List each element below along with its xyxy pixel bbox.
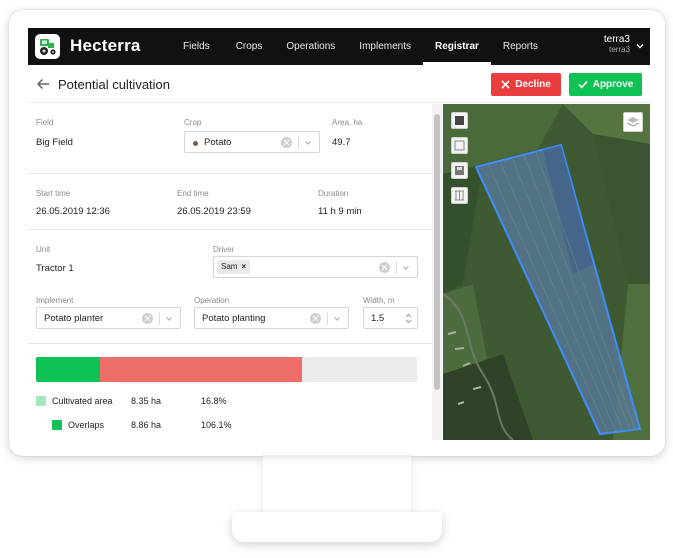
end-time-value: 26.05.2019 23:59: [177, 206, 251, 217]
scrollbar-thumb[interactable]: [434, 114, 440, 390]
approve-label: Approve: [592, 79, 634, 90]
overlaps-pct: 106.1%: [201, 420, 232, 430]
duration-value: 11 h 9 min: [318, 206, 362, 217]
nav-operations[interactable]: Operations: [274, 28, 347, 65]
monitor-neck: [263, 455, 411, 517]
nav-implements[interactable]: Implements: [347, 28, 423, 65]
select-divider: [396, 261, 397, 274]
operation-select[interactable]: Potato planting: [194, 307, 349, 329]
operation-label: Operation: [194, 296, 230, 305]
unit-value: Tractor 1: [36, 263, 74, 274]
close-icon: [501, 80, 510, 89]
chevron-down-icon[interactable]: [305, 140, 311, 146]
implement-select[interactable]: Potato planter: [36, 307, 181, 329]
user-name: terra3: [603, 34, 630, 45]
duration-label: Duration: [318, 189, 349, 198]
area-label: Area, ha: [332, 118, 363, 127]
nav-registrar[interactable]: Registrar: [422, 28, 491, 65]
overlaps-legend-swatch: [52, 420, 62, 430]
satellite-map[interactable]: [443, 104, 650, 440]
width-label: Width, m: [363, 296, 395, 305]
clear-icon[interactable]: [310, 313, 321, 324]
driver-select[interactable]: Sam ×: [213, 256, 418, 278]
satellite-view-icon[interactable]: [451, 112, 468, 129]
overlaps-ha: 8.86 ha: [131, 420, 162, 430]
decline-button[interactable]: Decline: [491, 73, 561, 96]
unit-label: Unit: [36, 245, 51, 254]
divider: [28, 173, 432, 174]
nav-crops[interactable]: Crops: [224, 28, 275, 65]
select-divider: [327, 312, 328, 325]
cultivated-pct: 16.8%: [201, 396, 227, 406]
driver-label: Driver: [213, 245, 235, 254]
driver-tag: Sam ×: [217, 260, 251, 274]
chevron-down-icon[interactable]: [334, 316, 340, 322]
monitor-base: [232, 512, 442, 542]
approve-button[interactable]: Approve: [569, 73, 642, 96]
page-title: Potential cultivation: [58, 77, 171, 92]
brand-name[interactable]: Hecterra: [70, 36, 141, 56]
overlap-segment: [100, 357, 303, 382]
crop-value: Potato: [204, 137, 232, 148]
chevron-down-icon[interactable]: [166, 316, 172, 322]
layers-icon[interactable]: [623, 112, 643, 132]
overlaps-label: Overlaps: [68, 420, 105, 430]
user-menu[interactable]: terra3 terra3: [604, 34, 644, 54]
select-divider: [159, 312, 160, 325]
stepper-arrows-icon[interactable]: [405, 313, 412, 324]
start-time-value: 26.05.2019 12:36: [36, 206, 110, 217]
cultivation-form: Field Big Field Crop Potato Area, ha 49.…: [28, 104, 432, 440]
cultivated-legend-swatch: [36, 396, 46, 406]
tractor-logo-icon[interactable]: [35, 34, 60, 59]
width-stepper[interactable]: 1.5: [363, 307, 418, 329]
cultivated-label: Cultivated area: [52, 396, 113, 406]
chevron-down-icon[interactable]: [403, 265, 409, 271]
nav-fields[interactable]: Fields: [172, 28, 224, 65]
cultivated-segment: [36, 357, 100, 382]
clear-icon[interactable]: [142, 313, 153, 324]
coverage-bar: [36, 357, 417, 382]
top-nav: Hecterra Fields Crops Operations Impleme…: [28, 28, 650, 65]
field-map[interactable]: [443, 104, 650, 440]
end-time-label: End time: [177, 189, 209, 198]
check-icon: [578, 80, 588, 89]
field-label: Field: [36, 118, 54, 127]
decline-label: Decline: [515, 79, 551, 90]
implement-label: Implement: [36, 296, 74, 305]
area-value: 49.7: [332, 137, 351, 148]
back-arrow-icon[interactable]: [36, 77, 50, 91]
app-screen: Hecterra Fields Crops Operations Impleme…: [28, 28, 650, 440]
field-value: Big Field: [36, 137, 73, 148]
start-time-label: Start time: [36, 189, 71, 198]
chevron-down-icon: [636, 44, 644, 49]
grid-icon[interactable]: [451, 187, 468, 204]
crop-color-dot: [193, 141, 198, 146]
crop-label: Crop: [184, 118, 202, 127]
draw-icon[interactable]: [451, 137, 468, 154]
cultivated-ha: 8.35 ha: [131, 396, 162, 406]
implement-value: Potato planter: [44, 313, 104, 324]
divider: [28, 343, 432, 344]
crop-select[interactable]: Potato: [184, 131, 320, 153]
operation-value: Potato planting: [202, 313, 266, 324]
page-header: Potential cultivation Decline Approve: [28, 65, 650, 103]
divider: [28, 229, 432, 230]
driver-tag-label: Sam: [221, 262, 238, 271]
clear-icon[interactable]: [379, 262, 390, 273]
select-divider: [298, 136, 299, 149]
save-icon[interactable]: [451, 162, 468, 179]
width-value: 1.5: [371, 313, 385, 324]
main-menu: Fields Crops Operations Implements Regis…: [172, 28, 550, 65]
clear-icon[interactable]: [281, 137, 292, 148]
user-account: terra3: [609, 45, 630, 54]
nav-reports[interactable]: Reports: [491, 28, 550, 65]
remove-tag-icon[interactable]: ×: [241, 260, 246, 274]
